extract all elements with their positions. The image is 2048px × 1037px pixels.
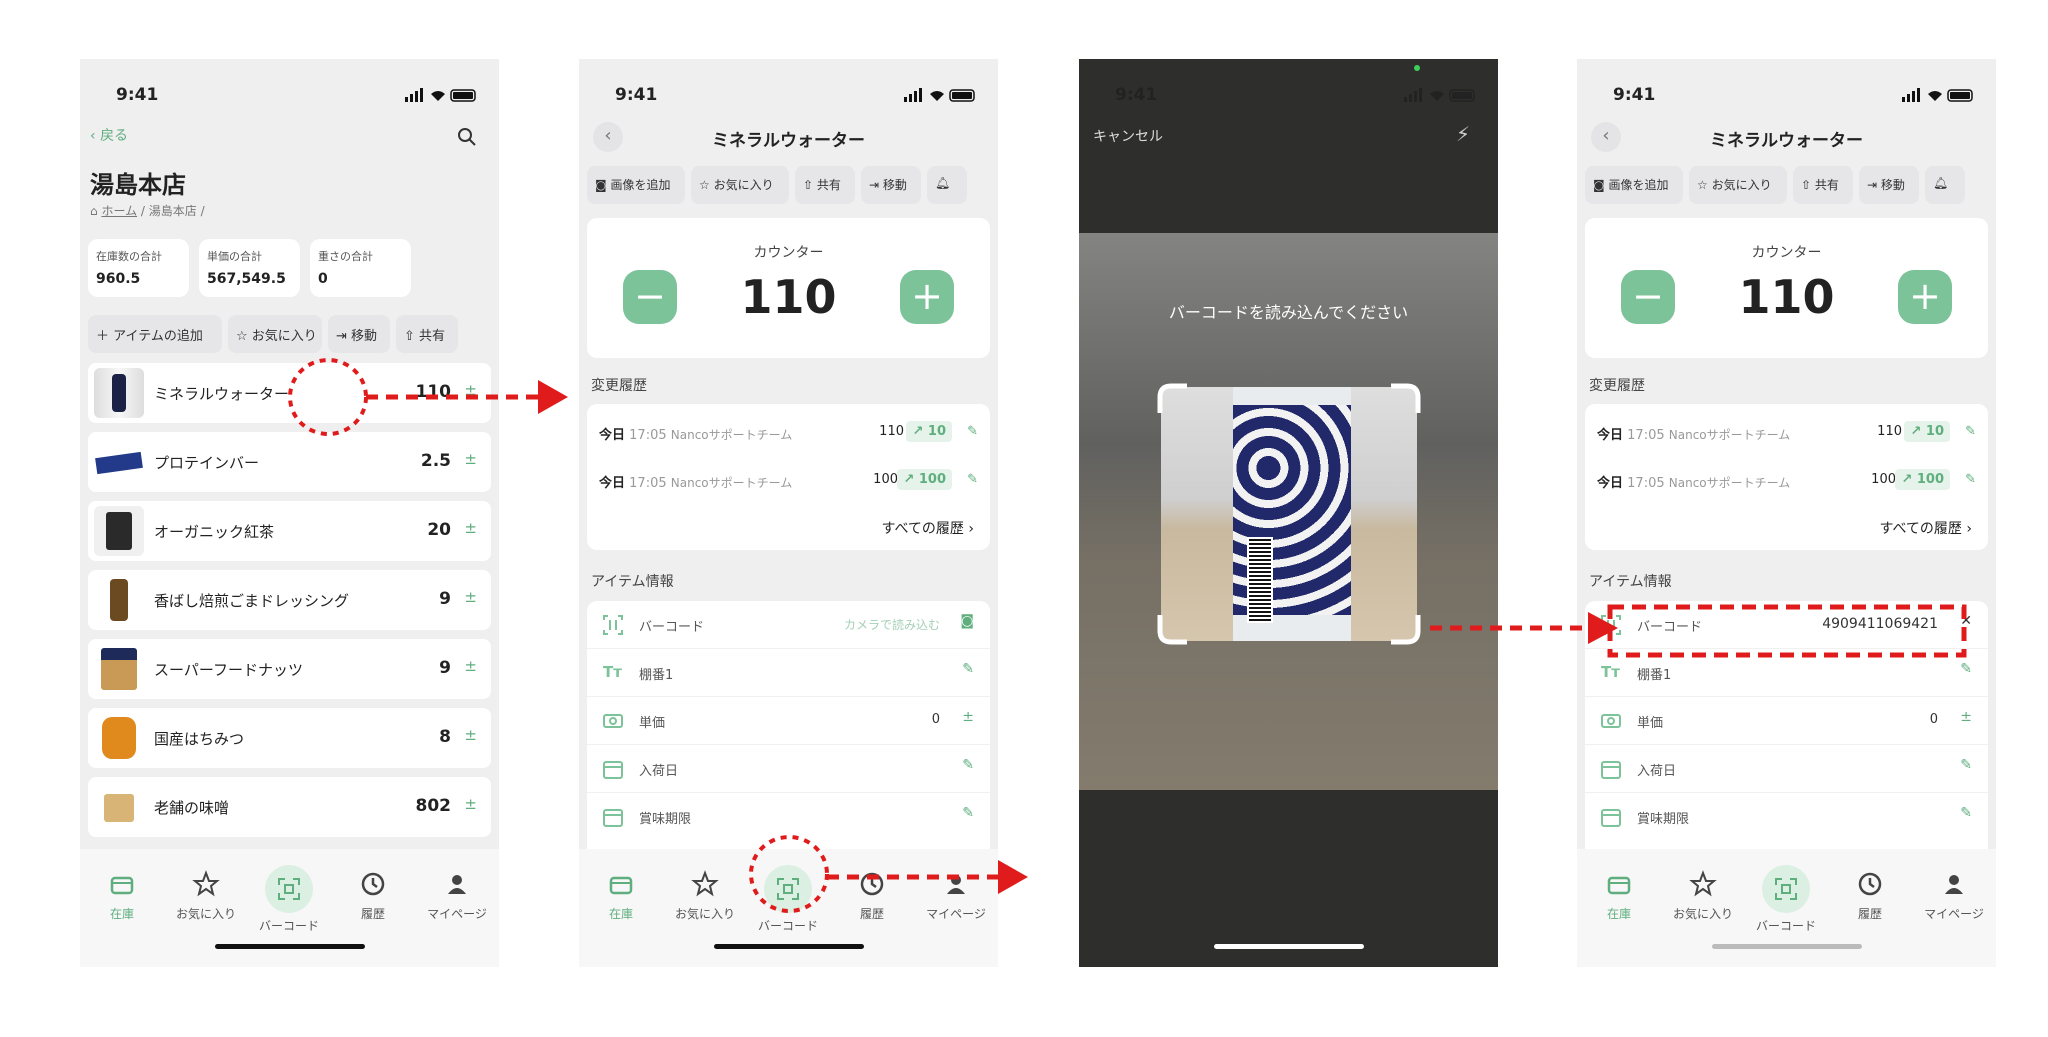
barcode-highlight-box bbox=[1607, 604, 1967, 658]
flow-annotations bbox=[288, 358, 1967, 913]
tap-highlight-circle bbox=[288, 358, 368, 436]
flow-arrow-head bbox=[1588, 612, 1618, 644]
tap-highlight-circle bbox=[749, 835, 829, 913]
flow-arrow-head bbox=[998, 860, 1028, 894]
flow-arrow-head bbox=[538, 380, 568, 414]
